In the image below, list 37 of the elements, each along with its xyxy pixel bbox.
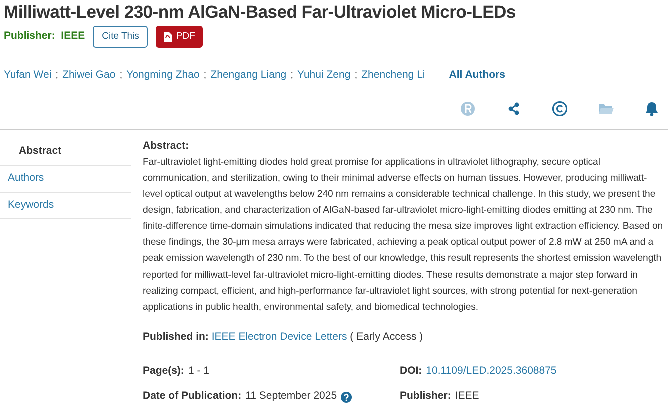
separator: ; (120, 68, 123, 84)
pdf-button[interactable]: PDF (156, 26, 204, 48)
published-in-label: Published in: (143, 330, 209, 343)
help-icon[interactable] (341, 392, 352, 403)
copyright-icon[interactable] (552, 101, 568, 118)
author-link[interactable]: Yufan Wei (4, 68, 52, 84)
journal-link[interactable]: IEEE Electron Device Letters (212, 330, 348, 343)
author-link[interactable]: Yongming Zhao (126, 68, 200, 84)
document-icon (164, 32, 172, 42)
separator: ; (354, 68, 358, 84)
author-link[interactable]: Zhencheng Li (362, 68, 426, 84)
bell-icon[interactable] (644, 101, 660, 118)
detail-label: Page(s): (143, 364, 184, 379)
sidebar-item[interactable]: Authors (0, 166, 131, 193)
publisher-label: Publisher: IEEE (4, 29, 86, 44)
detail-label: Date of Publication: (143, 389, 242, 403)
doi-link[interactable]: 10.1109/LED.2025.3608875 (426, 364, 557, 380)
detail-value: 1 - 1 (188, 364, 210, 379)
separator: ; (56, 68, 59, 84)
abstract-heading: Abstract: (143, 139, 190, 154)
article-title: Milliwatt-Level 230-nm AlGaN-Based Far-Ultraviolet Micro-LEDs (3, 1, 517, 24)
separator: ; (290, 68, 294, 84)
access-note: ( Early Access ) (350, 330, 424, 343)
author-link[interactable]: Yuhui Zeng (298, 68, 351, 84)
detail-value: IEEE (455, 389, 480, 403)
detail-value: 11 September 2025 (246, 389, 338, 403)
detail-label: Publisher: (400, 389, 452, 403)
share-icon[interactable] (506, 101, 522, 118)
sidebar-item[interactable]: Abstract (0, 139, 131, 166)
separator: ; (204, 68, 207, 84)
all-authors-link[interactable]: All Authors (449, 68, 506, 84)
detail-label: DOI: (400, 364, 422, 379)
author-link[interactable]: Zhengang Liang (210, 68, 287, 84)
cite-button[interactable]: Cite This (93, 26, 148, 48)
abstract-text: Far-ultraviolet light-emitting diodes hold great promise for applications in ultraviolet lithography, secure optical communication, and sterilization, owing to their minimal adverse effects on human tissues. However, producing milliwatt-level optical output at wavelengths below 240 nm remains a considerable technical challenge. In this study, we present the design, fabrication, and characterization of AlGaN-based far-ultraviolet micro-light-emitting diodes emitting at 230 nm. The finite-difference time-domain simulations indicated that reducing the mesa size improves light extraction efficiency. Based on these findings, the 30-μm mesa arrays were fabricated, achieving a peak optical output power of 2.8 mW at 250 mA and a peak emission wavelength of 230 nm. To the best of our knowledge, this result represents the shortest emission wavelength reported for milliwatt-level far-ultraviolet micro-light-emitting diodes. These results demonstrate a major step forward in realizing compact, efficient, and high-performance far-ultraviolet light sources, with strong potential for next-generation applications in public health, environmental safety, and biomedical technologies. (143, 156, 664, 315)
author-link[interactable]: Zhiwei Gao (62, 68, 116, 84)
sidebar-item[interactable]: Keywords (0, 192, 131, 220)
